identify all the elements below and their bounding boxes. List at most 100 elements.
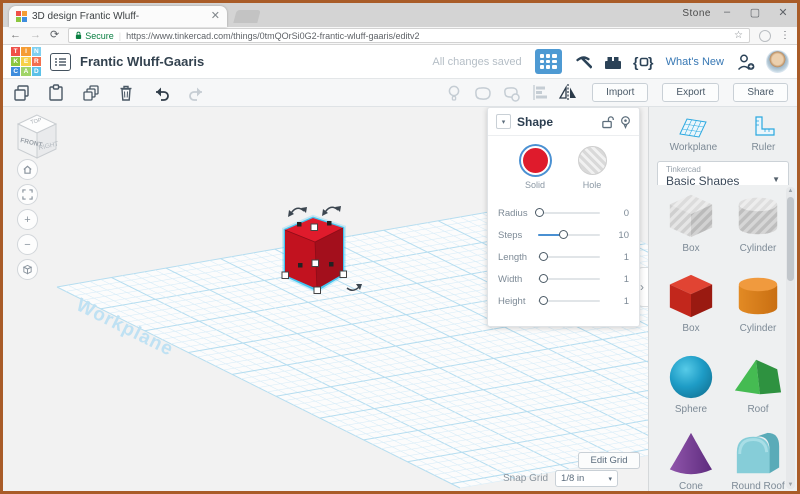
tinkercad-favicon [16,11,27,22]
window-maximize-button[interactable]: ▢ [749,6,761,19]
view-cube[interactable]: TOP FRONT RIGHT [9,110,65,166]
shape-sphere[interactable]: Sphere [663,352,719,415]
perspective-cube-icon [22,264,33,275]
window-minimize-button[interactable]: – [721,6,733,19]
avatar[interactable] [766,50,789,73]
shape-box-red[interactable]: Box [663,271,719,334]
new-tab-button[interactable] [233,10,261,23]
panel-collapse-button[interactable]: ▾ [496,114,511,129]
snap-grid-label: Snap Grid [503,473,549,484]
blocks-view-button[interactable] [534,49,562,74]
svg-text:}: } [648,54,654,70]
workplane-icon [679,118,708,138]
shapes-sidebar: Workplane Ruler Tinkercad Basic Shapes ▼ [648,107,797,491]
slider-radius: Radius 0 [498,207,629,219]
browser-toolbar: ← → ⟳ Secure | https://www.tinkercad.com… [3,27,797,45]
share-button[interactable]: Share [733,83,788,102]
lightbulb-icon[interactable] [620,115,631,129]
ruler-tool[interactable]: Ruler [750,115,776,153]
minecraft-export-button[interactable] [571,51,593,73]
secure-badge[interactable]: Secure [75,31,114,41]
scroll-down-icon[interactable]: ▼ [786,482,795,488]
fit-view-button[interactable] [17,184,38,205]
workplane-tool[interactable]: Workplane [670,115,717,153]
show-hidden-icon[interactable] [445,83,463,103]
shape-round-roof[interactable]: Round Roof [730,429,786,491]
lock-open-icon[interactable] [601,115,614,129]
add-person-icon [737,54,755,70]
brick-export-button[interactable] [602,51,624,73]
shape-roof[interactable]: Roof [730,352,786,415]
browser-menu-icon[interactable]: ⋮ [780,31,790,41]
duplicate-icon[interactable] [81,83,101,103]
zoom-in-button[interactable]: + [17,209,38,230]
address-bar[interactable]: Secure | https://www.tinkercad.com/thing… [68,28,750,43]
extension-icon[interactable] [759,29,771,42]
home-view-button[interactable] [17,159,38,180]
codeblocks-button[interactable]: {} [633,51,655,73]
redo-icon[interactable] [187,84,207,102]
tab-close-icon[interactable]: ✕ [211,11,220,22]
forward-button[interactable]: → [30,30,41,41]
lock-icon [76,31,82,39]
slider-knob[interactable] [539,274,549,283]
scrollbar-thumb[interactable] [787,197,794,281]
perspective-toggle-button[interactable] [17,259,38,280]
slider-knob[interactable] [539,252,549,261]
browser-window: 3D design Frantic Wluff- ✕ Stone – ▢ ✕ ←… [0,0,800,494]
solid-option[interactable]: Solid [520,146,550,190]
invite-button[interactable] [735,51,757,73]
viewport-3d[interactable]: Workplane TOP FRONT RIGHT + − ▾ Shape So… [3,107,648,491]
tinkercad-logo[interactable]: TINKERCAD [11,46,41,77]
scroll-up-icon[interactable]: ▲ [786,188,795,194]
browser-tab[interactable]: 3D design Frantic Wluff- ✕ [9,6,227,27]
bookmark-star-icon[interactable]: ☆ [734,30,743,41]
whats-new-link[interactable]: What's New [666,56,724,68]
slider-length: Length 1 [498,251,629,263]
ungroup-icon[interactable] [501,83,521,103]
edit-grid-button[interactable]: Edit Grid [578,452,640,469]
back-button[interactable]: ← [10,30,21,41]
save-status: All changes saved [432,55,522,68]
svg-text:{: { [633,54,639,70]
delete-icon[interactable] [117,83,135,103]
shape-cone[interactable]: Cone [663,429,719,491]
slider-steps: Steps 10 [498,229,629,241]
shape-box-striped[interactable]: Box [663,191,719,254]
flip-icon[interactable] [558,83,578,102]
paste-icon[interactable] [47,83,65,103]
sidebar-scrollbar[interactable]: ▲ ▼ [786,187,795,489]
refresh-button[interactable]: ⟳ [50,30,59,41]
snap-grid-select[interactable]: 1/8 in ▾ [555,470,619,487]
slider-knob[interactable] [539,296,549,305]
export-button[interactable]: Export [662,83,720,102]
shape-cylinder-orange[interactable]: Cylinder [730,271,786,334]
slider-width: Width 1 [498,273,629,285]
import-button[interactable]: Import [592,83,649,102]
align-icon[interactable] [530,83,549,102]
shape-gallery: Box Cylinder Box Cylinder Sphere Roof Co… [649,185,797,491]
group-icon[interactable] [472,83,492,103]
list-icon [55,57,66,66]
hole-option[interactable]: Hole [577,146,607,190]
undo-icon[interactable] [151,84,171,102]
url-text: https://www.tinkercad.com/things/0tmQOrS… [126,30,420,41]
copy-icon[interactable] [12,83,31,103]
slider-knob[interactable] [534,208,544,217]
shape-cylinder-striped[interactable]: Cylinder [730,191,786,254]
edit-toolbar: Import Export Share [3,79,797,107]
slider-height: Height 1 [498,295,629,307]
solid-swatch[interactable] [520,146,550,175]
lego-brick-icon [604,56,621,69]
hole-swatch[interactable] [577,146,607,175]
tab-strip: 3D design Frantic Wluff- ✕ Stone – ▢ ✕ [3,3,797,27]
window-close-button[interactable]: ✕ [777,6,789,19]
design-title[interactable]: Frantic Wluff-Gaaris [80,54,204,69]
zoom-out-button[interactable]: − [17,234,38,255]
pickaxe-icon [575,55,592,69]
slider-knob[interactable] [559,230,569,239]
home-icon [23,165,32,174]
design-menu-button[interactable] [50,52,71,71]
app-header: TINKERCAD Frantic Wluff-Gaaris All chang… [3,45,797,79]
profile-name: Stone [682,8,711,19]
